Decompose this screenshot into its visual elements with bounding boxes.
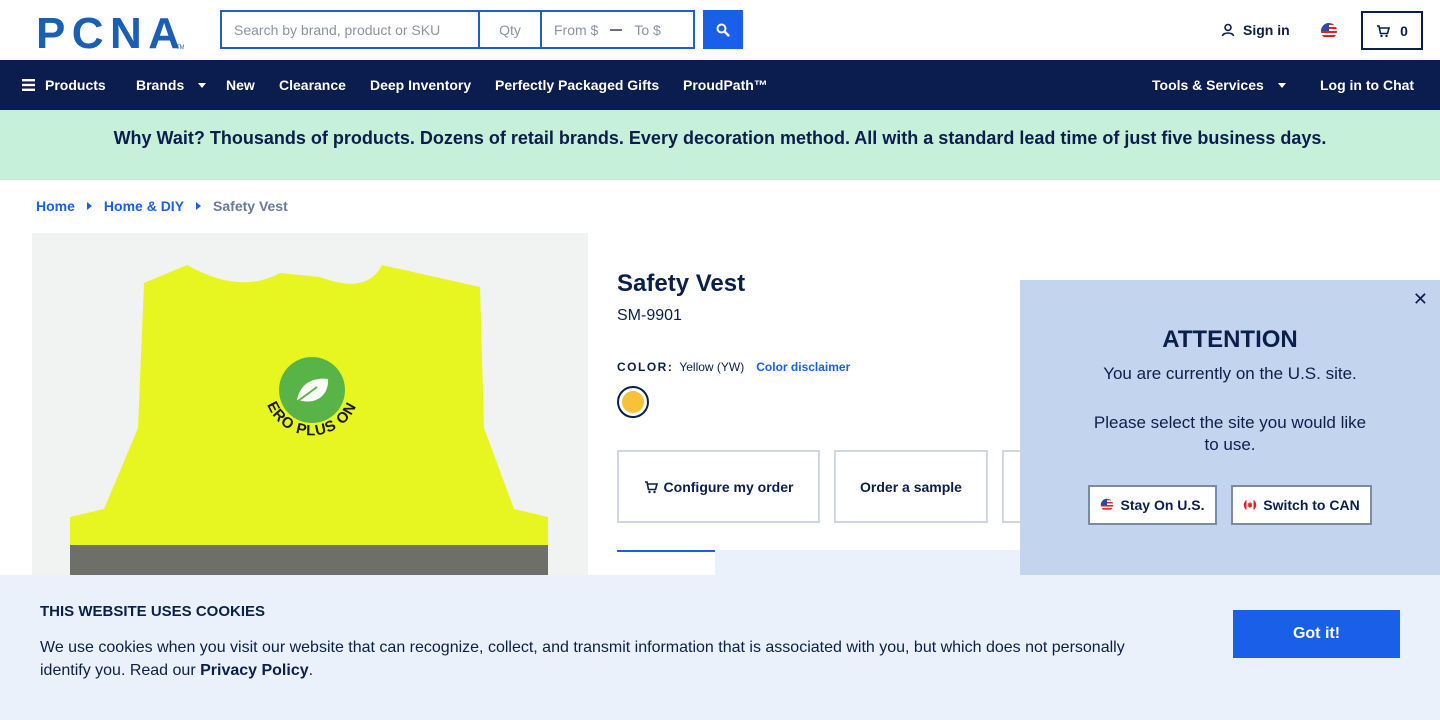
sign-in-label: Sign in <box>1243 22 1290 38</box>
sign-in-link[interactable]: Sign in <box>1221 22 1290 38</box>
nav-label: ProudPath™ <box>683 77 768 93</box>
search-button[interactable] <box>703 10 743 49</box>
nav-label: Perfectly Packaged Gifts <box>495 77 660 93</box>
cookie-banner: THIS WEBSITE USES COOKIES We use cookies… <box>0 575 1440 720</box>
nav-new[interactable]: New <box>226 60 255 110</box>
log-in-to-chat[interactable]: Log in to Chat <box>1320 60 1414 110</box>
product-title: Safety Vest <box>617 270 746 297</box>
search-icon <box>716 23 730 37</box>
search-input[interactable]: Search by brand, product or SKU <box>220 10 478 49</box>
price-range-input[interactable]: From $ To $ <box>540 10 695 49</box>
nav-proudpath[interactable]: ProudPath™ <box>683 60 768 110</box>
nav-deep-inventory[interactable]: Deep Inventory <box>370 60 471 110</box>
got-it-button[interactable]: Got it! <box>1233 610 1400 658</box>
color-value: Yellow (YW) <box>679 360 745 374</box>
swatch-fill <box>622 391 644 413</box>
cart-count: 0 <box>1400 22 1408 39</box>
nav-label: Log in to Chat <box>1320 77 1415 93</box>
svg-text:PCNA: PCNA <box>36 12 179 50</box>
nav-label: Products <box>45 77 106 93</box>
breadcrumb-arrow-icon <box>196 202 202 210</box>
qty-input[interactable]: Qty <box>478 10 540 49</box>
color-disclaimer-link[interactable]: Color disclaimer <box>756 360 850 374</box>
site-select-popup: ✕ ATTENTION You are currently on the U.S… <box>1020 280 1440 580</box>
nav-tools-services[interactable]: Tools & Services <box>1152 60 1286 110</box>
nav-label: Brands <box>136 77 185 93</box>
chevron-down-icon <box>198 82 207 88</box>
user-icon <box>1221 23 1235 37</box>
nav-brands[interactable]: Brands <box>136 60 207 110</box>
cart-icon <box>644 480 658 493</box>
main-nav: Products Brands New Clearance Deep Inven… <box>0 60 1440 110</box>
order-sample-button[interactable]: Order a sample <box>834 450 988 523</box>
nav-products[interactable]: Products <box>22 60 106 110</box>
breadcrumb-current: Safety Vest <box>213 198 288 214</box>
stay-us-button[interactable]: Stay On U.S. <box>1088 485 1217 525</box>
nav-label: Deep Inventory <box>370 77 472 93</box>
color-label: COLOR: <box>617 360 674 374</box>
menu-icon <box>22 79 35 91</box>
price-to-field[interactable]: To $ <box>634 22 660 38</box>
privacy-policy-link[interactable]: Privacy Policy <box>200 662 309 679</box>
popup-heading: ATTENTION <box>1162 326 1298 353</box>
switch-can-button[interactable]: Switch to CAN <box>1231 485 1372 525</box>
product-sku: SM-9901 <box>617 307 682 324</box>
close-icon[interactable]: ✕ <box>1413 289 1428 310</box>
nav-clearance[interactable]: Clearance <box>279 60 346 110</box>
nav-label: New <box>226 77 255 93</box>
qty-placeholder: Qty <box>499 21 521 38</box>
configure-order-button[interactable]: Configure my order <box>617 450 820 523</box>
canada-flag-icon <box>1244 498 1257 512</box>
color-row: COLOR: Yellow (YW) Color disclaimer <box>617 360 850 374</box>
search-bar: Search by brand, product or SKU Qty From… <box>220 10 695 49</box>
breadcrumb-arrow-icon <box>86 202 92 210</box>
nav-label: Clearance <box>279 77 346 93</box>
site-header: PCNA TM Search by brand, product or SKU … <box>0 0 1440 60</box>
cart-icon <box>1377 24 1391 37</box>
us-flag-icon[interactable] <box>1320 22 1338 40</box>
search-placeholder: Search by brand, product or SKU <box>234 21 441 38</box>
breadcrumb: Home Home & DIY Safety Vest <box>36 198 288 214</box>
pcna-logo[interactable]: PCNA TM <box>36 12 184 50</box>
nav-label: Tools & Services <box>1152 77 1264 93</box>
range-dash <box>610 28 623 31</box>
cookie-text: We use cookies when you visit our websit… <box>40 636 1150 682</box>
promo-banner: Why Wait? Thousands of products. Dozens … <box>0 110 1440 180</box>
cookie-heading: THIS WEBSITE USES COOKIES <box>40 603 266 620</box>
nav-gifts[interactable]: Perfectly Packaged Gifts <box>495 60 659 110</box>
stay-label: Stay On U.S. <box>1120 497 1205 513</box>
svg-text:TM: TM <box>176 45 184 50</box>
cookie-period: . <box>308 662 314 679</box>
us-flag-icon <box>1101 498 1114 512</box>
chevron-down-icon <box>1277 82 1286 88</box>
configure-label: Configure my order <box>663 478 794 495</box>
price-from-field[interactable]: From $ <box>554 22 598 38</box>
breadcrumb-home[interactable]: Home <box>36 198 75 214</box>
promo-text: Why Wait? Thousands of products. Dozens … <box>113 127 1327 148</box>
switch-label: Switch to CAN <box>1263 497 1360 513</box>
breadcrumb-category[interactable]: Home & DIY <box>104 198 184 214</box>
popup-message: You are currently on the U.S. site. <box>1103 364 1357 383</box>
popup-prompt: Please select the site you would like to… <box>1093 413 1367 454</box>
sample-label: Order a sample <box>860 478 962 495</box>
color-swatch-yellow[interactable] <box>617 386 649 418</box>
cart-button[interactable]: 0 <box>1361 11 1423 50</box>
